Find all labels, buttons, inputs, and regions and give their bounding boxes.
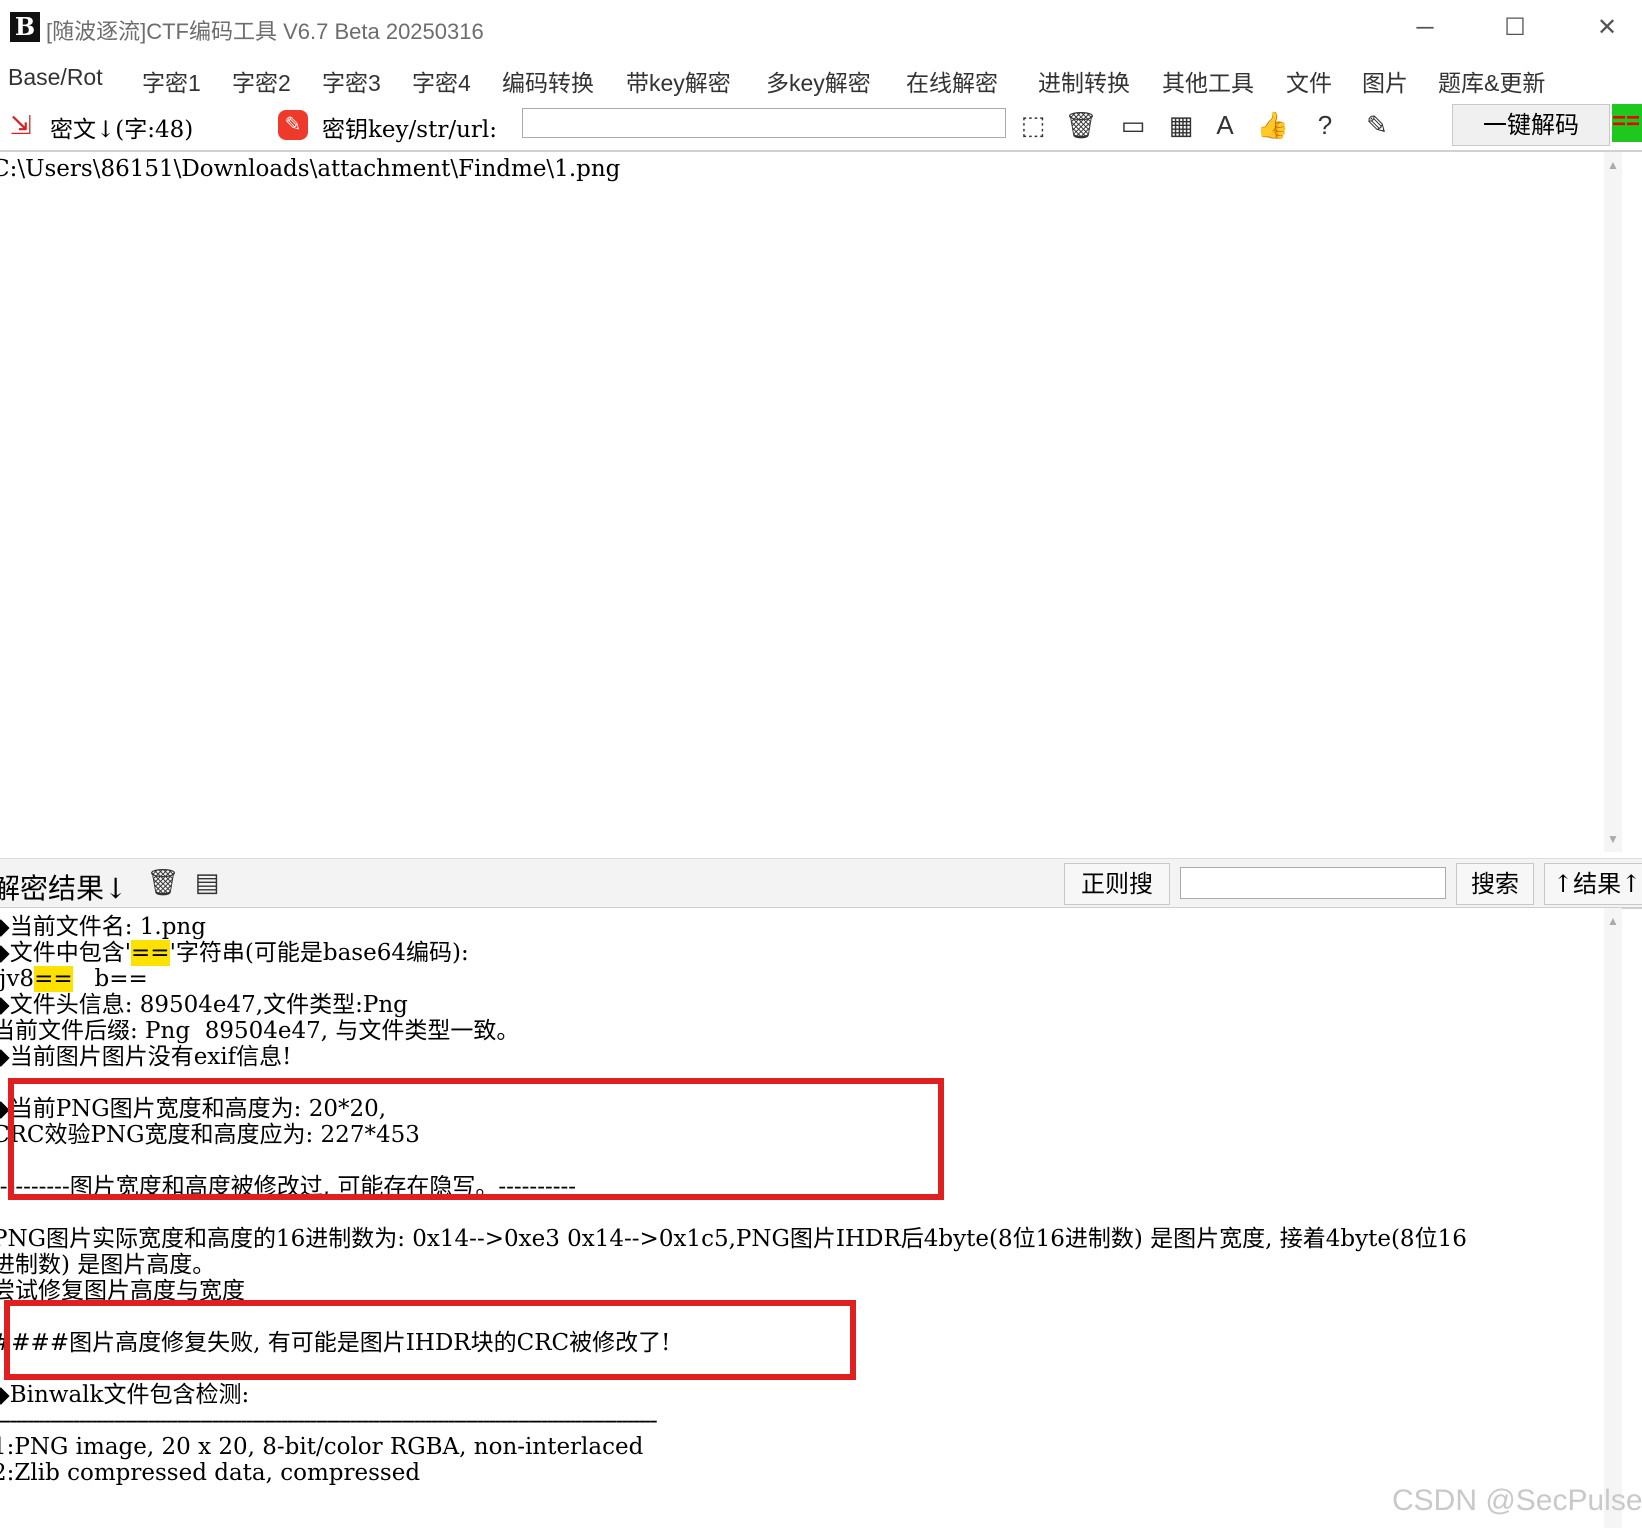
result-scrollbar[interactable]: ▲ bbox=[1604, 908, 1622, 1528]
toolbar: ⇲ 密文↓(字:48) ✎ 密钥key/str/url: ⬚ 🗑 ▭ ▦ A 👍… bbox=[0, 100, 1642, 152]
result-line: ◆文件头信息: 89504e47,文件类型:Png bbox=[0, 992, 408, 1018]
cipher-text: C:\Users\86151\Downloads\attachment\Find… bbox=[0, 156, 621, 182]
clear-result-icon[interactable]: 🗑 bbox=[146, 865, 180, 899]
edit-icon[interactable]: ✎ bbox=[1360, 108, 1394, 142]
terminal-icon[interactable]: ▭ bbox=[1116, 108, 1150, 142]
result-textarea[interactable]: ◆当前文件名: 1.png ◆文件中包含'=='字符串(可能是base64编码)… bbox=[0, 908, 1622, 1528]
watermark: CSDN @SecPulse bbox=[1392, 1484, 1642, 1517]
menu-online-decrypt[interactable]: 在线解密 bbox=[906, 64, 998, 98]
result-line: PNG图片实际宽度和高度的16进制数为: 0x14-->0xe3 0x14-->… bbox=[0, 1226, 1467, 1252]
maximize-button[interactable]: ☐ bbox=[1490, 8, 1540, 48]
annotation-box bbox=[4, 1300, 856, 1380]
regex-input[interactable] bbox=[1180, 867, 1446, 899]
scroll-up-icon[interactable]: ▲ bbox=[1606, 914, 1620, 928]
menu-bank-update[interactable]: 题库&更新 bbox=[1438, 64, 1545, 98]
title-bar: B [随波逐流]CTF编码工具 V6.7 Beta 20250316 ─ ☐ ✕ bbox=[0, 0, 1642, 56]
annotation-box bbox=[8, 1078, 944, 1200]
window-title: [随波逐流]CTF编码工具 V6.7 Beta 20250316 bbox=[46, 19, 484, 44]
highlight: == bbox=[131, 940, 170, 966]
result-line: 1:PNG image, 20 x 20, 8-bit/color RGBA, … bbox=[0, 1434, 644, 1460]
menu-multikey-decrypt[interactable]: 多key解密 bbox=[766, 64, 871, 98]
menu-zimi1[interactable]: 字密1 bbox=[142, 64, 201, 98]
result-line: ◆当前文件名: 1.png bbox=[0, 914, 206, 940]
one-click-decode-button[interactable]: 一键解码 bbox=[1452, 104, 1610, 146]
scroll-up-icon[interactable]: ▲ bbox=[1606, 158, 1620, 172]
menu-zimi3[interactable]: 字密3 bbox=[322, 64, 381, 98]
result-label: 解密结果↓ bbox=[0, 872, 128, 905]
regex-search-button[interactable]: 正则搜 bbox=[1064, 863, 1170, 905]
pick-icon[interactable]: ⬚ bbox=[1016, 108, 1050, 142]
menu-image[interactable]: 图片 bbox=[1362, 64, 1408, 98]
calculator-icon[interactable]: ▦ bbox=[1164, 108, 1198, 142]
menu-other-tools[interactable]: 其他工具 bbox=[1162, 64, 1254, 98]
result-bar: 解密结果↓ 🗑 ▤ 正则搜 搜索 ↑结果↑ bbox=[0, 858, 1642, 909]
menu-encoding-convert[interactable]: 编码转换 bbox=[502, 64, 594, 98]
search-button[interactable]: 搜索 bbox=[1456, 863, 1534, 905]
copy-icon[interactable]: ▤ bbox=[190, 865, 224, 899]
import-icon[interactable]: ⇲ bbox=[4, 108, 38, 142]
thumbs-up-icon[interactable]: 👍 bbox=[1256, 108, 1290, 142]
result-up-button[interactable]: ↑结果↑ bbox=[1544, 863, 1642, 905]
menu-zimi2[interactable]: 字密2 bbox=[232, 64, 291, 98]
scroll-down-icon[interactable]: ▼ bbox=[1606, 832, 1620, 846]
key-icon[interactable]: ✎ bbox=[278, 110, 308, 140]
result-line: ◆当前图片图片没有exif信息! bbox=[0, 1044, 292, 1070]
highlight: == bbox=[34, 966, 73, 992]
app-logo-icon: B bbox=[10, 12, 40, 42]
result-line: jv8== b== bbox=[0, 966, 148, 992]
cipher-scrollbar[interactable]: ▲ ▼ bbox=[1604, 152, 1622, 852]
menu-zimi4[interactable]: 字密4 bbox=[412, 64, 471, 98]
key-input[interactable] bbox=[522, 108, 1006, 138]
result-line: 进制数) 是图片高度。 bbox=[0, 1252, 216, 1278]
menu-key-decrypt[interactable]: 带key解密 bbox=[626, 64, 731, 98]
result-line: ◆Binwalk文件包含检测: bbox=[0, 1382, 250, 1408]
menu-base-rot[interactable]: Base/Rot bbox=[8, 64, 103, 91]
close-button[interactable]: ✕ bbox=[1582, 8, 1632, 48]
minimize-button[interactable]: ─ bbox=[1400, 8, 1450, 48]
menu-file[interactable]: 文件 bbox=[1286, 64, 1332, 98]
cipher-label: 密文↓(字:48) bbox=[50, 117, 194, 143]
toolbar-strip[interactable]: == bbox=[1612, 104, 1642, 142]
help-icon[interactable]: ? bbox=[1308, 108, 1342, 142]
result-line: 2:Zlib compressed data, compressed bbox=[0, 1460, 421, 1486]
key-label: 密钥key/str/url: bbox=[322, 117, 497, 143]
result-line: ----------------------------------------… bbox=[0, 1408, 658, 1434]
cipher-textarea[interactable]: C:\Users\86151\Downloads\attachment\Find… bbox=[0, 152, 1622, 852]
trash-icon[interactable]: 🗑 bbox=[1064, 108, 1098, 142]
font-icon[interactable]: A bbox=[1208, 108, 1242, 142]
menu-bar: Base/Rot 字密1 字密2 字密3 字密4 编码转换 带key解密 多ke… bbox=[0, 58, 1642, 98]
result-line: 当前文件后缀: Png 89504e47, 与文件类型一致。 bbox=[0, 1018, 520, 1044]
menu-base-convert[interactable]: 进制转换 bbox=[1038, 64, 1130, 98]
result-line: ◆文件中包含'=='字符串(可能是base64编码): bbox=[0, 940, 469, 966]
